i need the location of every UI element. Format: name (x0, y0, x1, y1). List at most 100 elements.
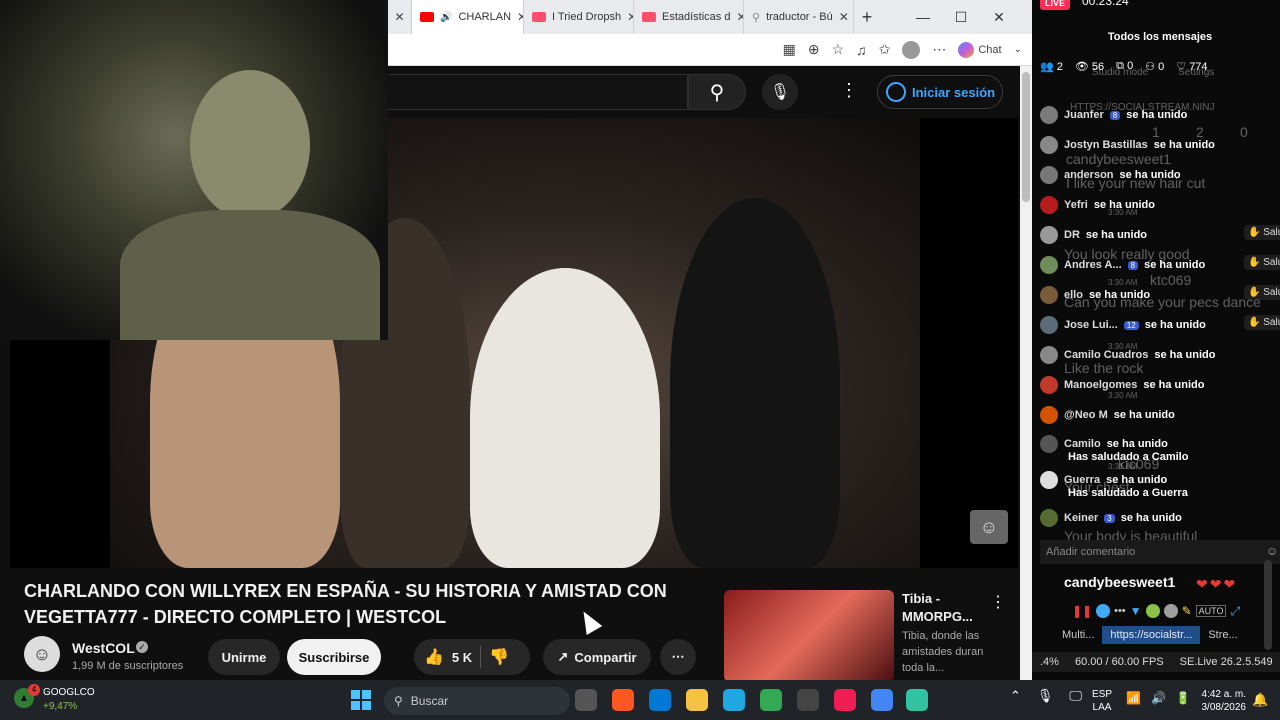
user-avatar[interactable] (1040, 166, 1058, 184)
monitor-icon[interactable]: 🖵 (1069, 688, 1082, 704)
voice-search-button[interactable]: 🎙 (762, 74, 798, 110)
auto-icon[interactable]: AUTO (1195, 605, 1227, 617)
tab-close-previous[interactable]: ✕ (388, 0, 412, 34)
join-button[interactable]: Unirme (208, 639, 280, 675)
user-avatar[interactable] (1040, 106, 1058, 124)
chrome-profile-icon[interactable] (871, 689, 893, 711)
chat-username[interactable]: Jose Lui... (1064, 319, 1118, 331)
source-url[interactable]: https://socialstr... (1102, 626, 1201, 644)
chat-username[interactable]: Yefri (1064, 199, 1088, 211)
explorer-icon[interactable] (686, 689, 708, 711)
copilot-chat-button[interactable]: Chat (958, 41, 1002, 58)
taskbar-search[interactable]: ⚲ Buscar (384, 687, 570, 715)
close-icon[interactable]: ✕ (627, 10, 633, 24)
source-multi[interactable]: Multi... (1062, 629, 1094, 641)
app-grid-icon[interactable]: ▦ (783, 41, 796, 58)
recommended-thumbnail[interactable] (724, 590, 894, 682)
stock-name[interactable]: GOOGLCO (43, 687, 95, 698)
user-avatar[interactable] (1040, 509, 1058, 527)
tab-translator[interactable]: ⚲ traductor - Bú ✕ (744, 0, 854, 34)
comment-input[interactable]: Añadir comentario (1040, 540, 1280, 564)
wave-greet-button[interactable]: ✋ Salud (1244, 255, 1280, 270)
brush-icon[interactable]: ✎ (1182, 604, 1192, 618)
like-count[interactable]: 5 K (452, 650, 472, 665)
subscribe-button[interactable]: Suscribirse (287, 639, 381, 675)
user-avatar[interactable] (1040, 406, 1058, 424)
edge-icon[interactable] (723, 689, 745, 711)
search-button[interactable]: ⚲ (688, 74, 746, 110)
channel-avatar[interactable]: ☺ (24, 636, 60, 672)
gear-icon[interactable] (1163, 604, 1178, 618)
maximize-button[interactable]: ☐ (942, 9, 980, 26)
tab-stats[interactable]: Estadísticas d ✕ (634, 0, 744, 34)
emoji-icon[interactable] (1145, 604, 1160, 618)
streamlabs-icon[interactable] (906, 689, 928, 711)
tab-dropshipping[interactable]: I Tried Dropsh ✕ (524, 0, 634, 34)
channel-name[interactable]: WestCOL (72, 640, 135, 656)
chat-message[interactable]: Yefri se ha unido (1040, 191, 1280, 219)
minimize-button[interactable]: — (904, 9, 942, 25)
user-avatar[interactable] (1040, 346, 1058, 364)
thumbs-down-icon[interactable]: 👎 (489, 647, 509, 667)
chevron-down-icon[interactable]: ⌄ (1014, 44, 1022, 55)
settings-menu-button[interactable]: ⋮ (840, 80, 858, 101)
chat-message[interactable]: DR se ha unido ✋ Salud (1040, 221, 1280, 249)
chat-username[interactable]: Manoelgomes (1064, 379, 1137, 391)
close-icon[interactable]: ✕ (839, 10, 849, 24)
close-icon[interactable]: ✕ (517, 10, 523, 24)
chat-scrollbar[interactable] (1264, 560, 1272, 650)
chevron-up-icon[interactable]: ⌃ (1010, 688, 1021, 704)
chat-username[interactable]: Jostyn Bastillas (1064, 139, 1148, 151)
more-actions-button[interactable]: ⋯ (660, 639, 696, 675)
chat-message[interactable]: Jose Lui... 12 se ha unido ✋ Salud (1040, 311, 1280, 339)
close-icon[interactable]: ✕ (736, 10, 743, 24)
language-indicator[interactable]: ESP LAA (1092, 688, 1112, 714)
filter-icon[interactable]: ▼ (1130, 604, 1142, 618)
sign-in-button[interactable]: Iniciar sesión (877, 75, 1003, 109)
emoji-icon[interactable]: ☺ (1266, 544, 1278, 558)
tab-youtube[interactable]: 🔊 CHARLAN ✕ (412, 0, 524, 34)
favorites-icon[interactable]: ✩ (879, 41, 891, 58)
more-icon[interactable]: ••• (1114, 605, 1126, 617)
chat-message[interactable]: @Neo M se ha unido (1040, 401, 1280, 429)
star-icon[interactable]: ☆ (832, 41, 845, 58)
scrollbar-thumb[interactable] (1022, 72, 1030, 202)
new-tab-button[interactable]: + (854, 7, 880, 28)
user-avatar[interactable] (1040, 136, 1058, 154)
speaker-icon[interactable]: 🔊 (440, 12, 452, 23)
chat-username[interactable]: Camilo (1064, 438, 1101, 450)
close-icon[interactable]: ✕ (394, 10, 404, 24)
notification-bell-icon[interactable]: 🔔 (1252, 692, 1268, 708)
user-avatar[interactable] (1040, 286, 1058, 304)
close-window-button[interactable]: ✕ (980, 9, 1018, 26)
channel-watermark-icon[interactable]: ☺ (970, 510, 1008, 544)
network-sound-battery[interactable]: 📶 🔊 🔋 (1126, 691, 1191, 705)
zoom-icon[interactable]: ⊕ (808, 41, 820, 58)
media-icon[interactable]: ♫ (856, 42, 867, 58)
clock[interactable]: 4:42 a. m. 3/08/2026 (1196, 688, 1247, 714)
chrome-icon[interactable] (760, 689, 782, 711)
user-avatar[interactable] (1040, 196, 1058, 214)
user-avatar[interactable] (1040, 376, 1058, 394)
wave-greet-button[interactable]: ✋ Salud (1244, 315, 1280, 330)
source-stream[interactable]: Stre... (1208, 629, 1237, 641)
user-avatar[interactable] (1040, 226, 1058, 244)
recommended-title[interactable]: Tibia - MMORPG... (902, 590, 986, 626)
thumbs-up-icon[interactable]: 👍 (424, 647, 444, 667)
user-avatar[interactable] (1040, 471, 1058, 489)
user-avatar[interactable] (1040, 256, 1058, 274)
user-avatar[interactable] (1040, 316, 1058, 334)
profile-icon[interactable] (902, 40, 921, 59)
share-button[interactable]: ↗ Compartir (543, 639, 651, 675)
search-input[interactable] (388, 74, 688, 110)
microphone-icon[interactable]: 🎙 (1037, 688, 1054, 704)
tiktok-icon[interactable] (834, 689, 856, 711)
task-view-icon[interactable] (575, 689, 597, 711)
chat-filter-title[interactable]: Todos los mensajes (1040, 31, 1280, 43)
brave-icon[interactable] (612, 689, 634, 711)
menu-dots-icon[interactable]: ⋯ (932, 41, 946, 58)
wave-greet-button[interactable]: ✋ Salud (1244, 225, 1280, 240)
recommended-menu-icon[interactable]: ⋮ (990, 592, 1006, 612)
chat-username[interactable]: @Neo M (1064, 409, 1108, 421)
chat-username[interactable]: DR (1064, 229, 1080, 241)
